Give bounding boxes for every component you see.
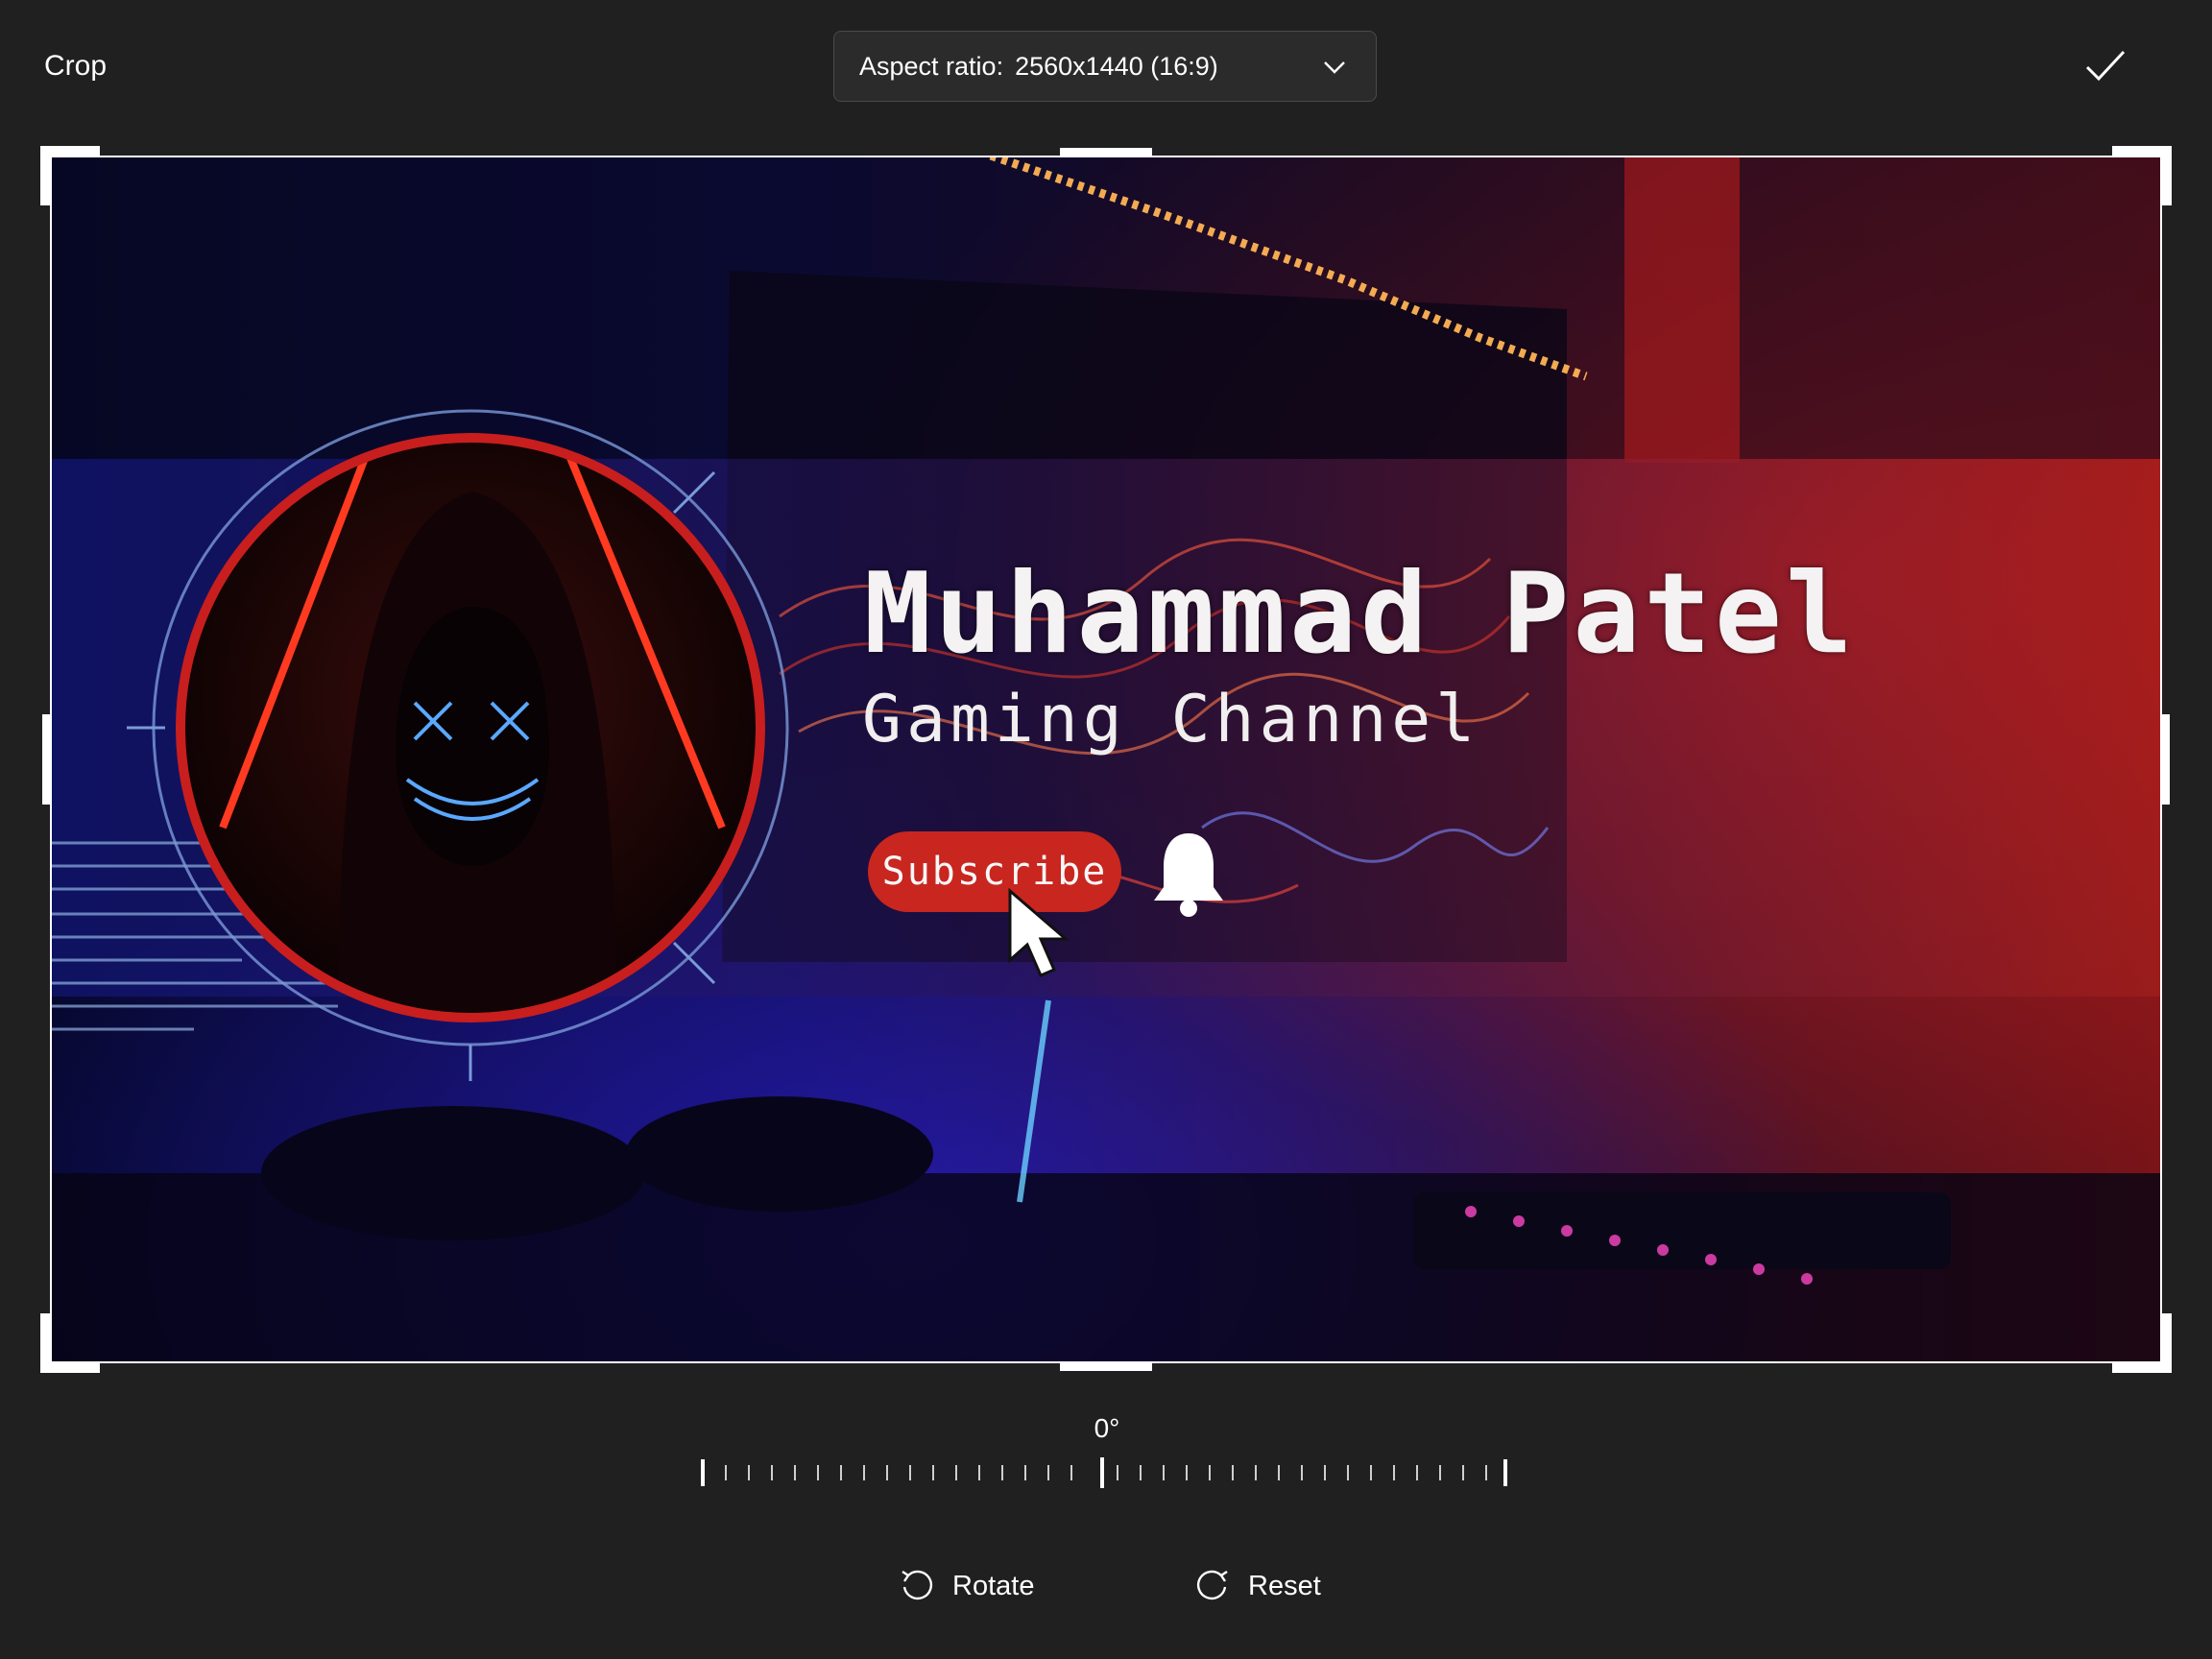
reset-button[interactable]: Reset — [1194, 1565, 1321, 1607]
crop-handle-top[interactable] — [1060, 148, 1152, 157]
crop-handle-bottom-left-vertical[interactable] — [40, 1313, 50, 1373]
photo-canvas[interactable]: Muhammad Patel Gaming Channel Subscribe — [50, 156, 2162, 1363]
banner-background — [50, 156, 2162, 1363]
rotate-ccw-icon — [902, 1570, 933, 1600]
reset-cw-icon — [1196, 1570, 1228, 1600]
crop-handle-top-right-vertical[interactable] — [2162, 146, 2172, 205]
pointer-cursor-icon — [1008, 887, 1070, 977]
channel-subtitle: Gaming Channel — [862, 682, 1480, 757]
crop-handle-right[interactable] — [2160, 714, 2170, 805]
channel-title: Muhammad Patel — [864, 549, 1857, 679]
crop-handle-bottom-right-vertical[interactable] — [2162, 1313, 2172, 1373]
crop-handle-bottom[interactable] — [1060, 1361, 1152, 1371]
reset-label: Reset — [1248, 1570, 1321, 1601]
rotation-slider[interactable] — [701, 1454, 1511, 1492]
checkmark-icon[interactable] — [2083, 46, 2128, 86]
crop-handle-top-left-vertical[interactable] — [40, 146, 50, 205]
chevron-down-icon — [1324, 61, 1345, 74]
rotate-label: Rotate — [952, 1570, 1035, 1601]
bell-icon — [1154, 833, 1223, 917]
crop-toolbar: Crop Aspect ratio: 2560x1440 (16:9) — [0, 0, 2212, 134]
aspect-ratio-label: Aspect ratio: — [859, 51, 1004, 81]
rotate-button[interactable]: Rotate — [899, 1565, 1034, 1607]
rotation-angle: 0° — [1094, 1413, 1120, 1443]
page-title: Crop — [44, 50, 108, 82]
crop-handle-left[interactable] — [42, 714, 52, 805]
subscribe-graphic: Subscribe — [868, 831, 1121, 912]
aspect-ratio-value: 2560x1440 (16:9) — [1015, 51, 1218, 81]
aspect-ratio-dropdown[interactable]: Aspect ratio: 2560x1440 (16:9) — [833, 31, 1377, 102]
